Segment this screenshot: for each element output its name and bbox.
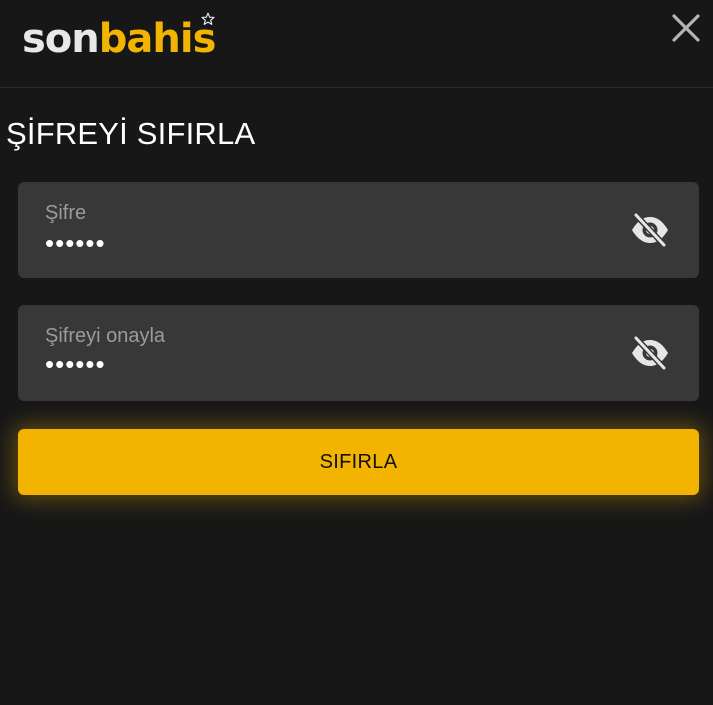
star-icon: [201, 12, 215, 26]
eye-off-icon: [632, 212, 668, 248]
close-icon: [672, 14, 700, 42]
logo-text-bahis-label: bahis: [98, 16, 217, 62]
confirm-password-visibility-toggle[interactable]: [629, 335, 671, 371]
logo-text-bahis: bahis: [98, 12, 217, 64]
password-field[interactable]: Şifre ••••••: [18, 182, 699, 278]
header: son bahis: [0, 0, 713, 88]
reset-button[interactable]: SIFIRLA: [18, 429, 699, 495]
close-button[interactable]: [668, 10, 704, 46]
page-title: ŞİFREYİ SIFIRLA: [6, 116, 256, 151]
logo: son bahis: [22, 12, 217, 64]
password-field-value[interactable]: ••••••: [45, 228, 106, 258]
logo-text-son: son: [22, 16, 100, 62]
confirm-password-field[interactable]: Şifreyi onayla ••••••: [18, 305, 699, 401]
eye-off-icon: [632, 335, 668, 371]
password-visibility-toggle[interactable]: [629, 212, 671, 248]
confirm-password-field-value[interactable]: ••••••: [45, 349, 106, 379]
confirm-password-field-label: Şifreyi onayla: [45, 325, 166, 347]
password-field-label: Şifre: [45, 202, 87, 224]
